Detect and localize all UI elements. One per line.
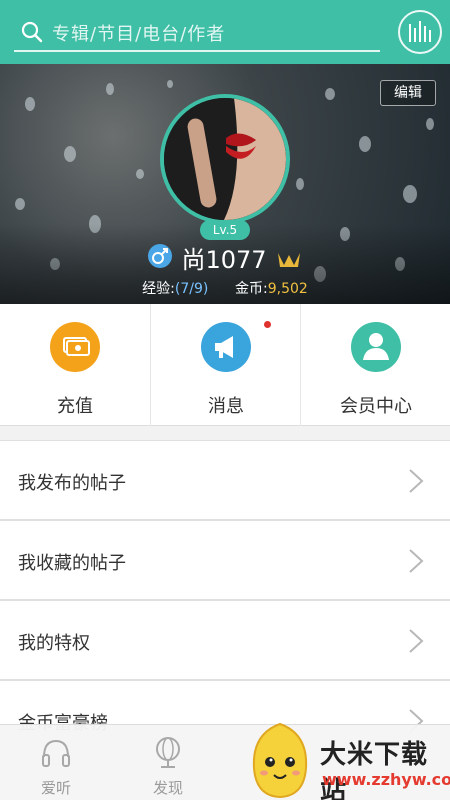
- menu-item-favorite-posts[interactable]: 我收藏的帖子: [0, 520, 450, 600]
- recharge-button[interactable]: 充值: [0, 304, 150, 426]
- level-badge: Lv.5: [200, 220, 250, 240]
- menu-item-my-posts[interactable]: 我发布的帖子: [0, 440, 450, 520]
- equalizer-button[interactable]: [398, 10, 442, 54]
- megaphone-icon: [201, 322, 251, 372]
- profile-header: 编辑 Lv.5 尚1077 经验:(7/9) 金币:9,502: [0, 64, 450, 304]
- nav-discover-label: 发现: [152, 779, 183, 797]
- exp-value: (7/9): [174, 281, 209, 297]
- avatar[interactable]: [160, 94, 290, 224]
- gold-label: 金币:: [235, 281, 268, 297]
- menu-item-privileges[interactable]: 我的特权: [0, 600, 450, 680]
- stats-row: 经验:(7/9) 金币:9,502: [0, 278, 450, 298]
- gold-value: 9,502: [267, 281, 308, 297]
- menu-list: 我发布的帖子 我收藏的帖子 我的特权 金币富豪榜: [0, 440, 450, 760]
- search-icon: [21, 21, 43, 43]
- headphones-icon: [42, 739, 70, 767]
- nav-listen[interactable]: 爱听: [0, 725, 112, 800]
- watermark-url: www.zzhyw.com: [322, 770, 450, 789]
- nav-listen-label: 爱听: [40, 779, 71, 797]
- search-bar[interactable]: 专辑/节目/电台/作者: [14, 14, 380, 52]
- globe-icon: [156, 737, 180, 768]
- chevron-right-icon: [409, 549, 424, 573]
- member-center-button[interactable]: 会员中心: [300, 304, 450, 426]
- edit-button[interactable]: 编辑: [380, 80, 436, 106]
- username-row: 尚1077: [0, 240, 450, 274]
- member-icon: [351, 322, 401, 372]
- egg-mascot-logo: [252, 722, 308, 799]
- quick-actions: 充值 消息 会员中心: [0, 304, 450, 426]
- menu-item-label: 我的特权: [18, 633, 90, 654]
- watermark-title: 大米下载站: [320, 740, 429, 800]
- chevron-right-icon: [409, 469, 424, 493]
- equalizer-icon: [409, 21, 431, 42]
- avatar-image: [164, 98, 286, 220]
- username: 尚1077: [181, 246, 267, 274]
- recharge-label: 充值: [57, 396, 93, 417]
- member-center-label: 会员中心: [340, 396, 412, 417]
- chevron-right-icon: [409, 629, 424, 653]
- top-bar: 专辑/节目/电台/作者: [0, 0, 450, 64]
- exp-label: 经验:: [142, 281, 175, 297]
- menu-item-label: 我收藏的帖子: [18, 553, 126, 574]
- messages-button[interactable]: 消息: [150, 304, 300, 426]
- search-input[interactable]: 专辑/节目/电台/作者: [52, 20, 225, 46]
- male-icon: [148, 243, 173, 268]
- watermark: 大米下载站 www.zzhyw.com: [240, 720, 450, 800]
- recharge-icon: [50, 322, 100, 372]
- messages-label: 消息: [208, 396, 244, 417]
- vip-crown-icon: [277, 252, 300, 267]
- nav-discover[interactable]: 发现: [112, 725, 224, 800]
- menu-item-label: 我发布的帖子: [18, 473, 126, 494]
- unread-badge: [264, 321, 271, 328]
